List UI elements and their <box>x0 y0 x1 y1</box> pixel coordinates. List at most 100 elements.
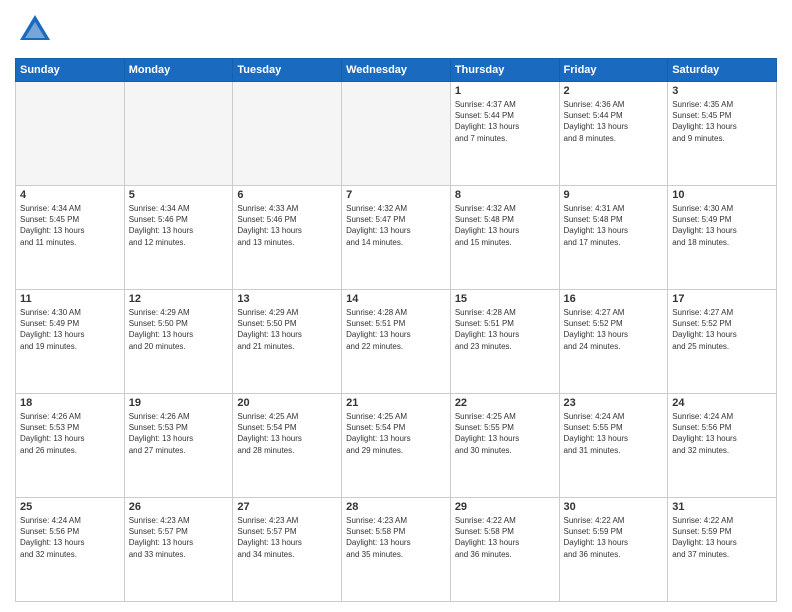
logo-icon <box>15 10 55 50</box>
day-info: Sunrise: 4:26 AMSunset: 5:53 PMDaylight:… <box>129 411 229 456</box>
day-info: Sunrise: 4:27 AMSunset: 5:52 PMDaylight:… <box>564 307 664 352</box>
calendar-cell: 17 Sunrise: 4:27 AMSunset: 5:52 PMDayligh… <box>668 290 777 394</box>
day-info: Sunrise: 4:23 AMSunset: 5:57 PMDaylight:… <box>237 515 337 560</box>
day-number: 13 <box>237 293 337 305</box>
day-info: Sunrise: 4:30 AMSunset: 5:49 PMDaylight:… <box>20 307 120 352</box>
calendar-cell: 12 Sunrise: 4:29 AMSunset: 5:50 PMDayligh… <box>124 290 233 394</box>
day-header-wednesday: Wednesday <box>342 59 451 82</box>
calendar-cell: 8 Sunrise: 4:32 AMSunset: 5:48 PMDaylight… <box>450 186 559 290</box>
header <box>15 10 777 50</box>
calendar-cell: 7 Sunrise: 4:32 AMSunset: 5:47 PMDaylight… <box>342 186 451 290</box>
week-row-2: 4 Sunrise: 4:34 AMSunset: 5:45 PMDaylight… <box>16 186 777 290</box>
week-row-1: 1 Sunrise: 4:37 AMSunset: 5:44 PMDaylight… <box>16 82 777 186</box>
day-info: Sunrise: 4:37 AMSunset: 5:44 PMDaylight:… <box>455 99 555 144</box>
calendar-cell: 27 Sunrise: 4:23 AMSunset: 5:57 PMDayligh… <box>233 498 342 602</box>
day-header-monday: Monday <box>124 59 233 82</box>
calendar-cell: 29Sunrise: 4:22 AMSunset: 5:58 PMDayligh… <box>450 498 559 602</box>
day-number: 28 <box>346 501 446 513</box>
day-info: Sunrise: 4:34 AMSunset: 5:45 PMDaylight:… <box>20 203 120 248</box>
day-number: 16 <box>564 293 664 305</box>
day-number: 21 <box>346 397 446 409</box>
calendar-cell: 11 Sunrise: 4:30 AMSunset: 5:49 PMDayligh… <box>16 290 125 394</box>
calendar-cell: 28 Sunrise: 4:23 AMSunset: 5:58 PMDayligh… <box>342 498 451 602</box>
day-info: Sunrise: 4:23 AMSunset: 5:58 PMDaylight:… <box>346 515 446 560</box>
day-number: 3 <box>672 85 772 97</box>
day-number: 10 <box>672 189 772 201</box>
calendar-cell: 24 Sunrise: 4:24 AMSunset: 5:56 PMDayligh… <box>668 394 777 498</box>
calendar-cell <box>342 82 451 186</box>
day-number: 19 <box>129 397 229 409</box>
day-number: 18 <box>20 397 120 409</box>
day-info: Sunrise: 4:24 AMSunset: 5:56 PMDaylight:… <box>672 411 772 456</box>
calendar-header: SundayMondayTuesdayWednesdayThursdayFrid… <box>16 59 777 82</box>
day-info: Sunrise: 4:34 AMSunset: 5:46 PMDaylight:… <box>129 203 229 248</box>
day-info: Sunrise: 4:27 AMSunset: 5:52 PMDaylight:… <box>672 307 772 352</box>
day-number: 12 <box>129 293 229 305</box>
day-number: 30 <box>564 501 664 513</box>
day-info: Sunrise: 4:25 AMSunset: 5:54 PMDaylight:… <box>237 411 337 456</box>
day-number: 31 <box>672 501 772 513</box>
calendar-cell: 21 Sunrise: 4:25 AMSunset: 5:54 PMDayligh… <box>342 394 451 498</box>
calendar-cell: 18 Sunrise: 4:26 AMSunset: 5:53 PMDayligh… <box>16 394 125 498</box>
day-info: Sunrise: 4:25 AMSunset: 5:55 PMDaylight:… <box>455 411 555 456</box>
days-of-week-row: SundayMondayTuesdayWednesdayThursdayFrid… <box>16 59 777 82</box>
day-number: 11 <box>20 293 120 305</box>
calendar-cell: 16 Sunrise: 4:27 AMSunset: 5:52 PMDayligh… <box>559 290 668 394</box>
day-number: 29 <box>455 501 555 513</box>
day-info: Sunrise: 4:32 AMSunset: 5:47 PMDaylight:… <box>346 203 446 248</box>
calendar-cell: 2 Sunrise: 4:36 AMSunset: 5:44 PMDaylight… <box>559 82 668 186</box>
day-number: 7 <box>346 189 446 201</box>
day-info: Sunrise: 4:35 AMSunset: 5:45 PMDaylight:… <box>672 99 772 144</box>
day-info: Sunrise: 4:33 AMSunset: 5:46 PMDaylight:… <box>237 203 337 248</box>
day-info: Sunrise: 4:24 AMSunset: 5:55 PMDaylight:… <box>564 411 664 456</box>
calendar-table: SundayMondayTuesdayWednesdayThursdayFrid… <box>15 58 777 602</box>
day-info: Sunrise: 4:32 AMSunset: 5:48 PMDaylight:… <box>455 203 555 248</box>
calendar-cell: 6Sunrise: 4:33 AMSunset: 5:46 PMDaylight… <box>233 186 342 290</box>
day-info: Sunrise: 4:22 AMSunset: 5:59 PMDaylight:… <box>564 515 664 560</box>
logo <box>15 10 61 50</box>
day-number: 25 <box>20 501 120 513</box>
day-info: Sunrise: 4:25 AMSunset: 5:54 PMDaylight:… <box>346 411 446 456</box>
calendar-cell: 9 Sunrise: 4:31 AMSunset: 5:48 PMDaylight… <box>559 186 668 290</box>
day-header-friday: Friday <box>559 59 668 82</box>
day-number: 24 <box>672 397 772 409</box>
calendar-cell <box>233 82 342 186</box>
day-info: Sunrise: 4:24 AMSunset: 5:56 PMDaylight:… <box>20 515 120 560</box>
day-header-sunday: Sunday <box>16 59 125 82</box>
day-number: 15 <box>455 293 555 305</box>
calendar-cell: 20Sunrise: 4:25 AMSunset: 5:54 PMDayligh… <box>233 394 342 498</box>
calendar-cell: 31 Sunrise: 4:22 AMSunset: 5:59 PMDayligh… <box>668 498 777 602</box>
day-number: 17 <box>672 293 772 305</box>
calendar-cell <box>124 82 233 186</box>
calendar-cell: 23 Sunrise: 4:24 AMSunset: 5:55 PMDayligh… <box>559 394 668 498</box>
day-info: Sunrise: 4:28 AMSunset: 5:51 PMDaylight:… <box>455 307 555 352</box>
calendar-cell: 5Sunrise: 4:34 AMSunset: 5:46 PMDaylight… <box>124 186 233 290</box>
day-number: 27 <box>237 501 337 513</box>
day-header-tuesday: Tuesday <box>233 59 342 82</box>
day-info: Sunrise: 4:30 AMSunset: 5:49 PMDaylight:… <box>672 203 772 248</box>
calendar-cell: 22Sunrise: 4:25 AMSunset: 5:55 PMDayligh… <box>450 394 559 498</box>
day-number: 4 <box>20 189 120 201</box>
day-info: Sunrise: 4:28 AMSunset: 5:51 PMDaylight:… <box>346 307 446 352</box>
day-info: Sunrise: 4:26 AMSunset: 5:53 PMDaylight:… <box>20 411 120 456</box>
calendar-cell <box>16 82 125 186</box>
day-info: Sunrise: 4:29 AMSunset: 5:50 PMDaylight:… <box>129 307 229 352</box>
day-number: 8 <box>455 189 555 201</box>
calendar-cell: 14Sunrise: 4:28 AMSunset: 5:51 PMDayligh… <box>342 290 451 394</box>
week-row-4: 18 Sunrise: 4:26 AMSunset: 5:53 PMDayligh… <box>16 394 777 498</box>
day-info: Sunrise: 4:23 AMSunset: 5:57 PMDaylight:… <box>129 515 229 560</box>
calendar-cell: 30 Sunrise: 4:22 AMSunset: 5:59 PMDayligh… <box>559 498 668 602</box>
day-number: 26 <box>129 501 229 513</box>
day-info: Sunrise: 4:31 AMSunset: 5:48 PMDaylight:… <box>564 203 664 248</box>
calendar-body: 1 Sunrise: 4:37 AMSunset: 5:44 PMDaylight… <box>16 82 777 602</box>
day-info: Sunrise: 4:22 AMSunset: 5:59 PMDaylight:… <box>672 515 772 560</box>
day-number: 2 <box>564 85 664 97</box>
day-info: Sunrise: 4:36 AMSunset: 5:44 PMDaylight:… <box>564 99 664 144</box>
day-number: 1 <box>455 85 555 97</box>
day-number: 23 <box>564 397 664 409</box>
page: SundayMondayTuesdayWednesdayThursdayFrid… <box>0 0 792 612</box>
day-header-saturday: Saturday <box>668 59 777 82</box>
day-number: 9 <box>564 189 664 201</box>
calendar-cell: 15 Sunrise: 4:28 AMSunset: 5:51 PMDayligh… <box>450 290 559 394</box>
calendar-cell: 10 Sunrise: 4:30 AMSunset: 5:49 PMDayligh… <box>668 186 777 290</box>
